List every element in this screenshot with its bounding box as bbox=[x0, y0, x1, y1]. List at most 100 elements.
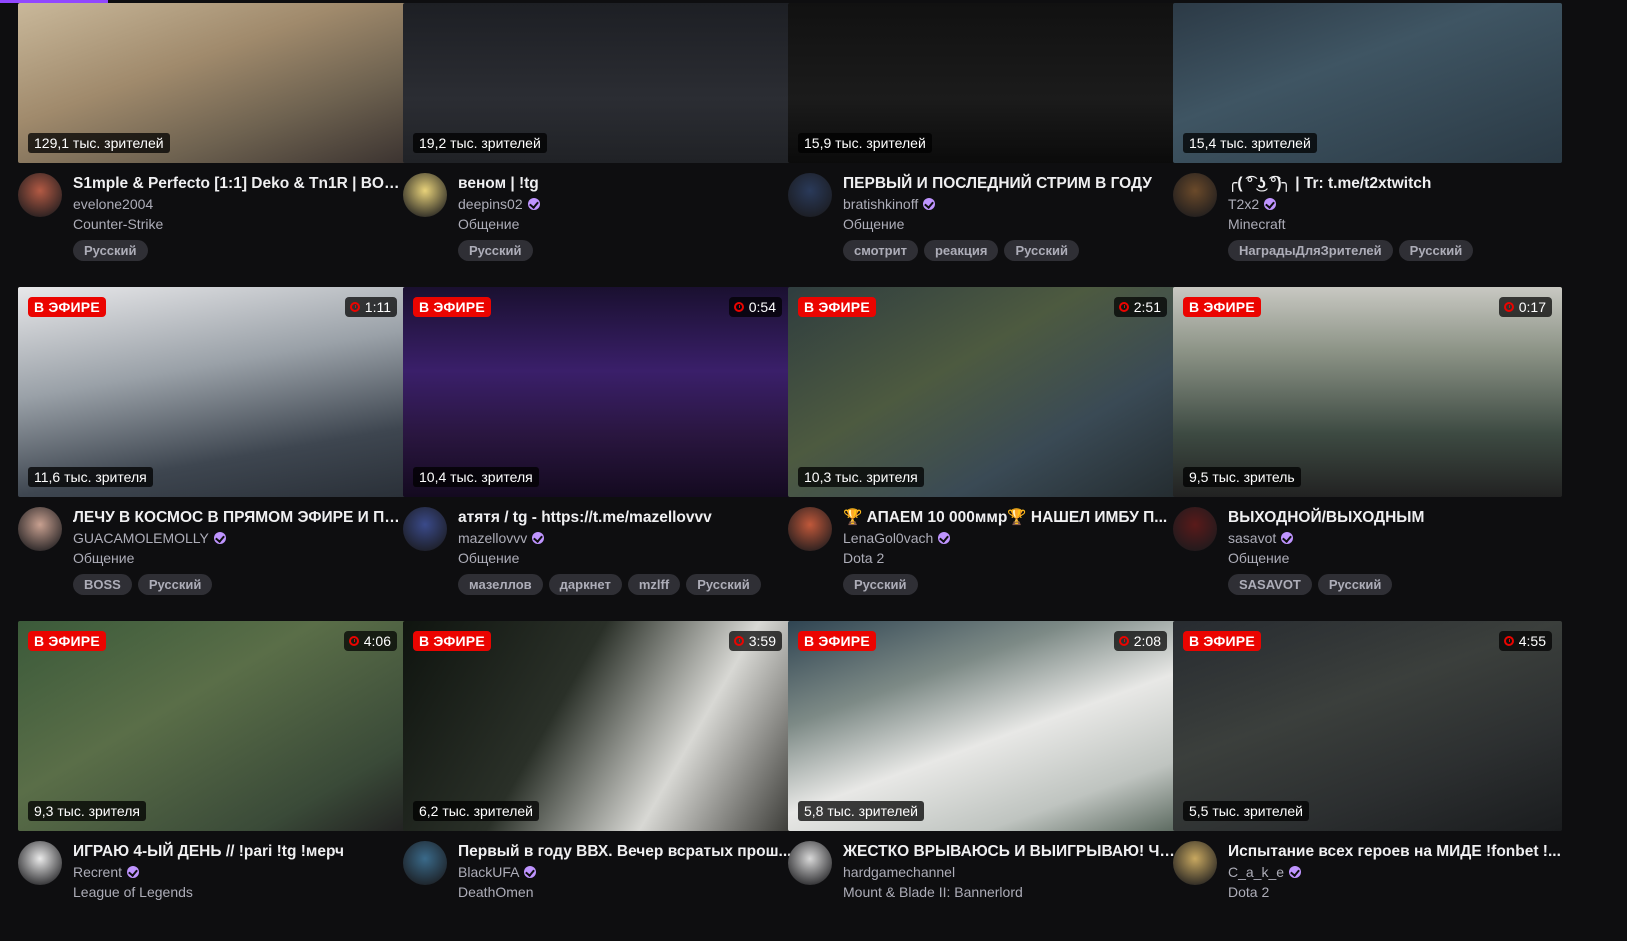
stream-thumbnail[interactable]: 129,1 тыс. зрителей bbox=[18, 3, 407, 163]
stream-card[interactable]: 15,4 тыс. зрителей ╭( ͡° ͜ʖ ͡°)╮ | Tr: t.… bbox=[1173, 3, 1562, 323]
channel-link[interactable]: deepins02 bbox=[458, 194, 792, 214]
channel-avatar[interactable] bbox=[18, 841, 62, 885]
stream-thumbnail[interactable]: В ЭФИРЕ 0:54 10,4 тыс. зрителя bbox=[403, 287, 792, 497]
category-link[interactable]: Общение bbox=[458, 214, 792, 234]
stream-title[interactable]: веном | !tg bbox=[458, 173, 792, 194]
stream-thumbnail[interactable]: В ЭФИРЕ 3:59 6,2 тыс. зрителей bbox=[403, 621, 792, 831]
tag-pill[interactable]: мазеллов bbox=[458, 574, 543, 595]
stream-title[interactable]: Испытание всех героев на МИДЕ !fonbet !.… bbox=[1228, 841, 1562, 862]
channel-avatar[interactable] bbox=[1173, 841, 1217, 885]
stream-thumbnail[interactable]: 19,2 тыс. зрителей bbox=[403, 3, 792, 163]
stream-thumbnail[interactable]: В ЭФИРЕ 2:51 10,3 тыс. зрителя bbox=[788, 287, 1177, 497]
tag-list: НаградыДляЗрителей Русский bbox=[1228, 240, 1562, 261]
channel-avatar[interactable] bbox=[403, 841, 447, 885]
tag-pill[interactable]: mzlff bbox=[627, 574, 681, 595]
stream-card[interactable]: В ЭФИРЕ 2:08 5,8 тыс. зрителей ЖЕСТКО ВРЫВА… bbox=[788, 621, 1177, 941]
channel-link[interactable]: Recrent bbox=[73, 862, 407, 882]
tag-pill[interactable]: BOSS bbox=[73, 574, 132, 595]
tag-pill[interactable]: Русский bbox=[686, 574, 761, 595]
tag-pill[interactable]: Русский bbox=[1317, 574, 1393, 595]
stream-thumbnail[interactable]: 15,4 тыс. зрителей bbox=[1173, 3, 1562, 163]
verified-icon bbox=[532, 532, 545, 544]
category-link[interactable]: Общение bbox=[458, 548, 792, 568]
channel-avatar[interactable] bbox=[788, 507, 832, 551]
channel-link[interactable]: hardgamechannel bbox=[843, 862, 1177, 882]
stream-card[interactable]: 129,1 тыс. зрителей S1mple & Perfecto [1:… bbox=[18, 3, 407, 323]
category-link[interactable]: Counter-Strike bbox=[73, 214, 407, 234]
stream-title[interactable]: 🏆 АПАЕМ 10 000ммр🏆 НАШЕЛ ИМБУ П... bbox=[843, 507, 1177, 528]
channel-link[interactable]: bratishkinoff bbox=[843, 194, 1177, 214]
clock-icon bbox=[733, 636, 744, 646]
stream-card[interactable]: В ЭФИРЕ 2:51 10,3 тыс. зрителя 🏆 АПАЕМ 10 0… bbox=[788, 287, 1177, 607]
tag-pill[interactable]: даркнет bbox=[548, 574, 622, 595]
stream-title[interactable]: ВЫХОДНОЙ/ВЫХОДНЫМ bbox=[1228, 507, 1562, 528]
stream-title[interactable]: S1mple & Perfecto [1:1] Deko & Tn1R | BO… bbox=[73, 173, 407, 194]
category-link[interactable]: Dota 2 bbox=[843, 548, 1177, 568]
tag-pill[interactable]: Русский bbox=[73, 240, 148, 261]
tag-pill[interactable]: НаградыДляЗрителей bbox=[1228, 240, 1393, 261]
channel-avatar[interactable] bbox=[1173, 507, 1217, 551]
stream-title[interactable]: ╭( ͡° ͜ʖ ͡°)╮ | Tr: t.me/t2xtwitch bbox=[1228, 173, 1562, 194]
category-link[interactable]: Minecraft bbox=[1228, 214, 1562, 234]
tag-pill[interactable]: Русский bbox=[843, 574, 918, 595]
category-link[interactable]: League of Legends bbox=[73, 882, 407, 902]
stream-thumbnail[interactable]: В ЭФИРЕ 4:55 5,5 тыс. зрителей bbox=[1173, 621, 1562, 831]
stream-card[interactable]: В ЭФИРЕ 3:59 6,2 тыс. зрителей Первый в год… bbox=[403, 621, 792, 941]
stream-title[interactable]: ЛЕЧУ В КОСМОС В ПРЯМОМ ЭФИРЕ И ПА... bbox=[73, 507, 407, 528]
channel-avatar[interactable] bbox=[18, 507, 62, 551]
stream-title[interactable]: Первый в году ВВХ. Вечер всратых прош... bbox=[458, 841, 792, 862]
stream-title[interactable]: атятя / tg - https://t.me/mazellovvv bbox=[458, 507, 792, 528]
channel-avatar[interactable] bbox=[403, 507, 447, 551]
channel-avatar[interactable] bbox=[18, 173, 62, 217]
channel-link[interactable]: GUACAMOLEMOLLY bbox=[73, 528, 407, 548]
channel-name: bratishkinoff bbox=[843, 196, 919, 212]
uptime-timer: 1:11 bbox=[344, 297, 397, 317]
channel-link[interactable]: BlackUFA bbox=[458, 862, 792, 882]
category-link[interactable]: Dota 2 bbox=[1228, 882, 1562, 902]
stream-thumbnail[interactable]: В ЭФИРЕ 0:17 9,5 тыс. зритель bbox=[1173, 287, 1562, 497]
stream-card[interactable]: 15,9 тыс. зрителей ПЕРВЫЙ И ПОСЛЕДНИЙ СТР… bbox=[788, 3, 1177, 323]
channel-avatar[interactable] bbox=[788, 173, 832, 217]
stream-title[interactable]: ЖЕСТКО ВРЫВАЮСЬ И ВЫИГРЫВАЮ! ЧЕ... bbox=[843, 841, 1177, 862]
channel-link[interactable]: LenaGol0vach bbox=[843, 528, 1177, 548]
stream-info: ПЕРВЫЙ И ПОСЛЕДНИЙ СТРИМ В ГОДУ bratishki… bbox=[843, 173, 1177, 261]
channel-name: C_a_k_e bbox=[1228, 864, 1285, 880]
tag-pill[interactable]: реакция bbox=[923, 240, 999, 261]
uptime-timer: 0:17 bbox=[1498, 297, 1552, 317]
uptime-text: 4:55 bbox=[1518, 633, 1546, 649]
stream-thumbnail[interactable]: 15,9 тыс. зрителей bbox=[788, 3, 1177, 163]
stream-card[interactable]: 19,2 тыс. зрителей веном | !tg deepins02 Об… bbox=[403, 3, 792, 323]
stream-card[interactable]: В ЭФИРЕ 1:11 11,6 тыс. зрителя ЛЕЧУ В КОСМО… bbox=[18, 287, 407, 607]
stream-card[interactable]: В ЭФИРЕ 4:55 5,5 тыс. зрителей Испытание вс… bbox=[1173, 621, 1562, 941]
clock-icon bbox=[1118, 302, 1129, 312]
channel-link[interactable]: mazellovvv bbox=[458, 528, 792, 548]
tag-pill[interactable]: Русский bbox=[458, 240, 533, 261]
stream-title[interactable]: ПЕРВЫЙ И ПОСЛЕДНИЙ СТРИМ В ГОДУ bbox=[843, 173, 1177, 194]
uptime-timer: 4:55 bbox=[1498, 631, 1552, 651]
channel-avatar[interactable] bbox=[403, 173, 447, 217]
stream-card[interactable]: В ЭФИРЕ 0:54 10,4 тыс. зрителя атятя / tg -… bbox=[403, 287, 792, 607]
category-link[interactable]: Общение bbox=[843, 214, 1177, 234]
tag-pill[interactable]: Русский bbox=[1004, 240, 1079, 261]
tag-pill[interactable]: Русский bbox=[1398, 240, 1474, 261]
category-link[interactable]: Общение bbox=[73, 548, 407, 568]
channel-avatar[interactable] bbox=[788, 841, 832, 885]
tag-pill[interactable]: смотрит bbox=[843, 240, 918, 261]
category-link[interactable]: DeathOmen bbox=[458, 882, 792, 902]
channel-link[interactable]: C_a_k_e bbox=[1228, 862, 1562, 882]
uptime-text: 2:08 bbox=[1133, 633, 1161, 649]
channel-link[interactable]: sasavot bbox=[1228, 528, 1562, 548]
channel-avatar[interactable] bbox=[1173, 173, 1217, 217]
tag-pill[interactable]: Русский bbox=[137, 574, 213, 595]
category-link[interactable]: Mount & Blade II: Bannerlord bbox=[843, 882, 1177, 902]
stream-title[interactable]: ИГРАЮ 4-ЫЙ ДЕНЬ // !pari !tg !мерч bbox=[73, 841, 407, 862]
stream-thumbnail[interactable]: В ЭФИРЕ 2:08 5,8 тыс. зрителей bbox=[788, 621, 1177, 831]
stream-thumbnail[interactable]: В ЭФИРЕ 1:11 11,6 тыс. зрителя bbox=[18, 287, 407, 497]
stream-card[interactable]: В ЭФИРЕ 0:17 9,5 тыс. зритель ВЫХОДНОЙ/ВЫХО… bbox=[1173, 287, 1562, 607]
channel-link[interactable]: T2x2 bbox=[1228, 194, 1562, 214]
stream-card[interactable]: В ЭФИРЕ 4:06 9,3 тыс. зрителя ИГРАЮ 4-ЫЙ ДЕ… bbox=[18, 621, 407, 941]
stream-thumbnail[interactable]: В ЭФИРЕ 4:06 9,3 тыс. зрителя bbox=[18, 621, 407, 831]
tag-pill[interactable]: SASAVOT bbox=[1228, 574, 1312, 595]
category-link[interactable]: Общение bbox=[1228, 548, 1562, 568]
channel-link[interactable]: evelone2004 bbox=[73, 194, 407, 214]
